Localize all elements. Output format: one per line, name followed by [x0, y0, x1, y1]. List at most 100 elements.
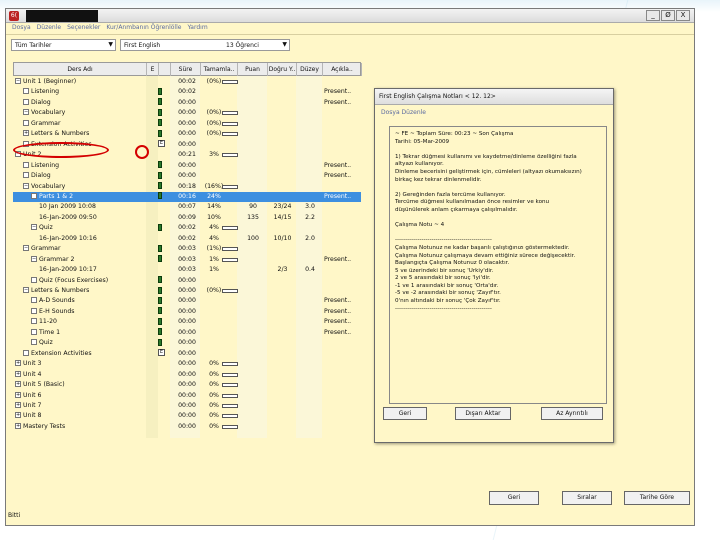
- checkbox-icon[interactable]: [23, 98, 29, 105]
- expand-icon[interactable]: +: [15, 360, 21, 367]
- table-row[interactable]: + Unit 8 00:00 0%: [13, 411, 361, 421]
- checkbox-icon[interactable]: [31, 318, 37, 325]
- menu-item[interactable]: Yardım: [187, 24, 207, 33]
- table-row[interactable]: Listening 00:00 Present..: [13, 161, 361, 171]
- checkbox-icon[interactable]: [31, 297, 37, 304]
- collapse-icon[interactable]: −: [15, 78, 21, 84]
- column-header[interactable]: [159, 63, 171, 76]
- table-row[interactable]: 16-Jan-2009 10:17 00:03 1% 2/3 0.4: [13, 265, 361, 275]
- table-row[interactable]: E-H Sounds 00:00 Present..: [13, 307, 361, 317]
- marker-cell: [158, 244, 170, 254]
- table-row[interactable]: 10 Jan 2009 10:08 00:07 14% 90 23/24 3.0: [13, 202, 361, 212]
- expand-icon[interactable]: +: [15, 401, 21, 408]
- collapse-icon[interactable]: −: [23, 109, 29, 116]
- column-header[interactable]: E: [147, 63, 159, 76]
- checkbox-icon[interactable]: [23, 88, 29, 95]
- column-header[interactable]: Düzey: [297, 63, 323, 76]
- table-row[interactable]: 11-20 00:00 Present..: [13, 317, 361, 327]
- table-row[interactable]: 16-Jan-2009 09:50 00:09 10% 135 14/15 2.2: [13, 213, 361, 223]
- checkbox-icon[interactable]: [31, 328, 37, 335]
- checkbox-icon[interactable]: [23, 119, 29, 126]
- note-line: Tarihi: 05-Mar-2009: [395, 138, 450, 145]
- collapse-icon[interactable]: −: [31, 255, 37, 262]
- table-row[interactable]: − Grammar 2 00:03 1% Present..: [13, 255, 361, 265]
- checkbox-icon[interactable]: [31, 276, 37, 283]
- collapse-icon[interactable]: −: [23, 287, 29, 293]
- checkbox-icon[interactable]: [23, 349, 29, 356]
- date-sort-button[interactable]: Tarihe Göre: [624, 491, 690, 505]
- table-row[interactable]: + Unit 7 00:00 0%: [13, 401, 361, 411]
- expand-icon[interactable]: +: [15, 381, 21, 388]
- back-button[interactable]: Geri: [489, 491, 539, 505]
- duzey-cell: [299, 108, 321, 118]
- menu-item[interactable]: Düzenle: [37, 24, 61, 33]
- table-row[interactable]: Quiz 00:00: [13, 338, 361, 348]
- lesson-name: Extension Activities: [31, 349, 92, 357]
- menu-item[interactable]: Dosya: [12, 24, 31, 33]
- table-row[interactable]: Dialog 00:00 Present..: [13, 171, 361, 181]
- tam-cell: 10%: [207, 213, 221, 221]
- restore-button[interactable]: Ø: [661, 10, 675, 21]
- checkbox-icon[interactable]: [31, 307, 37, 314]
- column-header[interactable]: Süre: [171, 63, 201, 76]
- collapse-icon[interactable]: −: [23, 245, 29, 252]
- close-button[interactable]: X: [676, 10, 690, 21]
- expand-icon[interactable]: +: [15, 412, 21, 419]
- table-row[interactable]: − Unit 1 (Beginner) 00:02 (0%): [13, 77, 361, 87]
- column-header[interactable]: Açıkla..: [323, 63, 362, 76]
- column-header[interactable]: Tamamla..: [201, 63, 238, 76]
- column-header[interactable]: Puan: [238, 63, 268, 76]
- collapse-icon[interactable]: −: [31, 192, 37, 199]
- timeline-button[interactable]: Sıralar: [562, 491, 612, 505]
- duzey-cell: [299, 77, 321, 87]
- minimize-button[interactable]: _: [646, 10, 660, 21]
- table-row[interactable]: A-D Sounds 00:00 Present..: [13, 296, 361, 306]
- less-detail-button[interactable]: Az Ayrıntılı: [541, 407, 603, 420]
- collapse-icon[interactable]: −: [31, 224, 37, 231]
- dialog-menu[interactable]: Dosya Düzenle: [381, 109, 426, 116]
- table-row[interactable]: + Letters & Numbers 00:00 (0%): [13, 129, 361, 139]
- date-filter-combo[interactable]: Tüm Tarihler ▼: [11, 39, 116, 51]
- dogru-cell: [269, 359, 296, 369]
- table-row[interactable]: Quiz (Focus Exercises) 00:00: [13, 276, 361, 286]
- table-row[interactable]: − Grammar 00:03 (1%): [13, 244, 361, 254]
- table-row[interactable]: Extension Activities E 00:00: [13, 349, 361, 359]
- table-row[interactable]: 16-Jan-2009 10:16 00:02 4% 100 10/10 2.0: [13, 234, 361, 244]
- checkbox-icon[interactable]: [31, 339, 37, 346]
- table-row[interactable]: Time 1 00:00 Present..: [13, 328, 361, 338]
- export-button[interactable]: Dışarı Aktar: [455, 407, 511, 420]
- lesson-name-cell: + Unit 4: [15, 370, 145, 380]
- note-line: ~ FE ~ Toplam Süre: 00:23 ~ Son Çalışma: [395, 131, 514, 137]
- course-filter-combo[interactable]: First English 13 Öğrenci ▼: [120, 39, 290, 51]
- table-row[interactable]: − Vocabulary 00:00 (0%): [13, 108, 361, 118]
- column-header[interactable]: Ders Adı: [14, 63, 147, 76]
- table-row[interactable]: − Parts 1 & 2 00:16 24% Present..: [13, 191, 361, 202]
- table-row[interactable]: − Vocabulary 00:18 (16%): [13, 182, 361, 192]
- column-header[interactable]: Doğru Y..: [268, 63, 297, 76]
- table-row[interactable]: + Unit 3 00:00 0%: [13, 359, 361, 369]
- table-row[interactable]: − Quiz 00:02 4%: [13, 223, 361, 233]
- checkbox-icon[interactable]: [23, 172, 29, 179]
- sure-cell: 00:00: [178, 130, 196, 138]
- expand-icon[interactable]: +: [23, 130, 29, 137]
- table-row[interactable]: + Unit 6 00:00 0%: [13, 391, 361, 401]
- puan-cell: [241, 391, 265, 401]
- table-row[interactable]: Listening 00:02 Present..: [13, 87, 361, 97]
- puan-cell: [241, 192, 265, 202]
- menu-item[interactable]: Seçenekler: [67, 24, 100, 33]
- checkbox-icon[interactable]: [23, 161, 29, 168]
- expand-icon[interactable]: +: [15, 422, 21, 429]
- table-row[interactable]: + Mastery Tests 00:00 0%: [13, 422, 361, 432]
- table-row[interactable]: − Letters & Numbers 00:00 (0%): [13, 286, 361, 296]
- expand-icon[interactable]: +: [15, 391, 21, 398]
- notes-text-area[interactable]: ~ FE ~ Toplam Süre: 00:23 ~ Son Çalışma T…: [389, 126, 607, 404]
- table-row[interactable]: Grammar 00:00 (0%): [13, 119, 361, 129]
- dialog-back-button[interactable]: Geri: [383, 407, 427, 420]
- table-row[interactable]: + Unit 5 (Basic) 00:00 0%: [13, 380, 361, 390]
- collapse-icon[interactable]: −: [23, 182, 29, 189]
- table-row[interactable]: Dialog 00:00 Present..: [13, 98, 361, 108]
- expand-icon[interactable]: +: [15, 370, 21, 377]
- table-row[interactable]: + Unit 4 00:00 0%: [13, 370, 361, 380]
- menu-item[interactable]: Kur/Anmbanın Öğrenlölle: [106, 24, 181, 33]
- dialog-title: First English Çalışma Notları < 12. 12>: [375, 89, 613, 105]
